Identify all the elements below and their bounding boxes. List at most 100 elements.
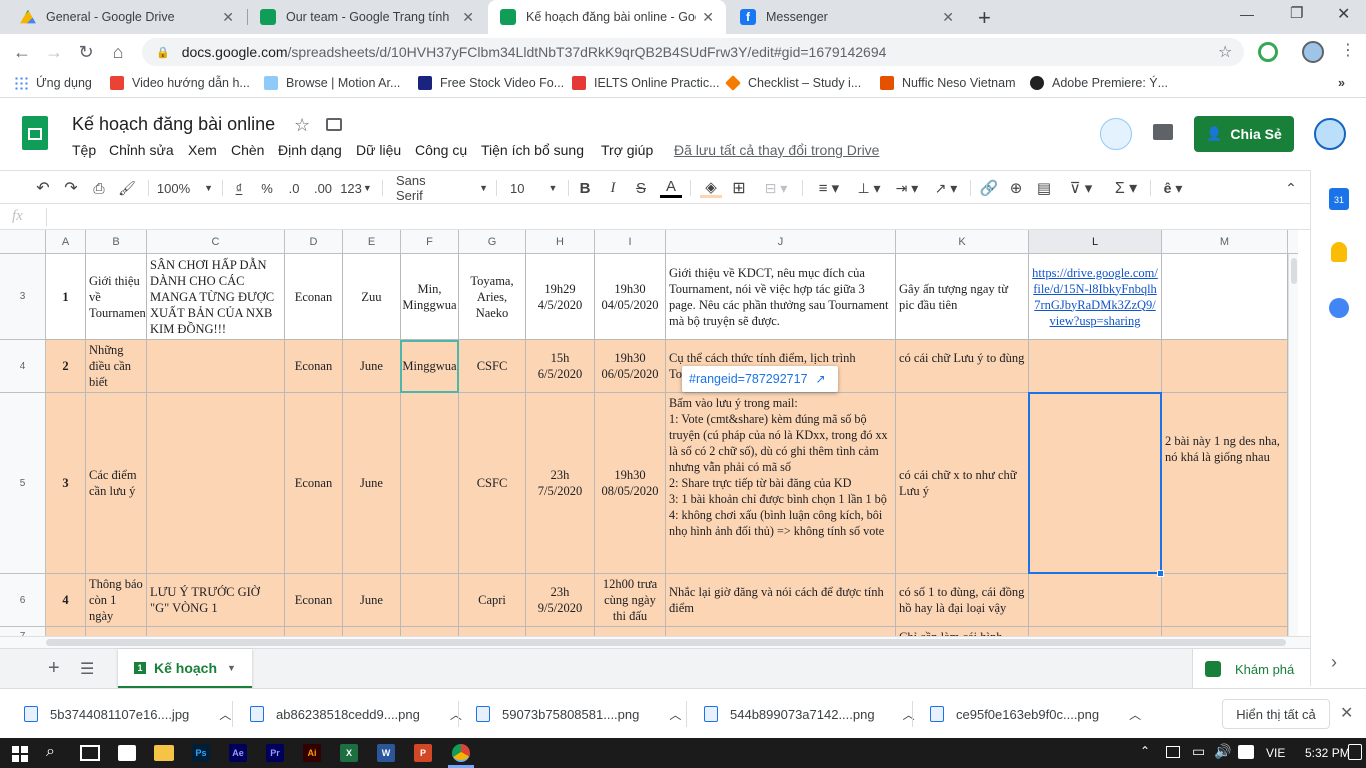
row-header[interactable]: 5 — [0, 393, 46, 574]
menu-addons[interactable]: Tiện ích bổ sung — [481, 142, 584, 158]
filter-icon[interactable]: ⊽ ▾ — [1062, 178, 1100, 198]
clock[interactable]: 5:32 PM — [1305, 746, 1350, 760]
row-header[interactable]: 4 — [0, 340, 46, 393]
menu-tools[interactable]: Công cụ — [415, 142, 467, 158]
word-icon[interactable]: W — [377, 744, 395, 762]
calendar-icon[interactable]: 31 — [1329, 188, 1349, 210]
column-header[interactable]: H — [526, 230, 595, 254]
table-cell[interactable]: Toyama, Aries, Naeko — [459, 254, 526, 340]
table-cell[interactable]: 3 — [46, 393, 86, 574]
collaborator-avatar[interactable] — [1100, 118, 1132, 150]
bold-button[interactable]: B — [576, 178, 594, 198]
download-item[interactable]: 59073b75808581....png ︿ — [476, 689, 681, 739]
home-icon[interactable]: ⌂ — [106, 40, 130, 64]
tasks-icon[interactable] — [1329, 298, 1349, 318]
bookmark-star-icon[interactable]: ☆ — [1218, 42, 1232, 62]
column-header[interactable]: M — [1162, 230, 1288, 254]
scrollbar-thumb[interactable] — [46, 639, 1286, 646]
store-icon[interactable] — [118, 745, 136, 761]
collapse-menus-icon[interactable]: ⌃ — [1280, 178, 1302, 198]
fill-handle[interactable] — [1157, 570, 1164, 577]
chevron-up-icon[interactable]: ︿ — [219, 706, 231, 723]
table-cell[interactable] — [1162, 574, 1288, 627]
browser-tab-drive[interactable]: General - Google Drive ✕ — [8, 0, 246, 34]
bookmark-item[interactable]: Video hướng dẫn h... — [110, 76, 250, 90]
table-cell[interactable]: SÂN CHƠI HẤP DẪN DÀNH CHO CÁC MANGA TỪNG… — [147, 254, 285, 340]
table-cell[interactable]: 15h 6/5/2020 — [526, 340, 595, 393]
close-icon[interactable]: ✕ — [702, 9, 714, 26]
comments-icon[interactable] — [1153, 124, 1173, 140]
table-cell[interactable] — [86, 627, 147, 636]
close-icon[interactable]: ✕ — [462, 9, 474, 26]
table-cell[interactable]: Chỉ cần làm cái hình — [896, 627, 1029, 636]
table-cell[interactable]: có cái chữ Lưu ý to đùng — [896, 340, 1029, 393]
table-cell[interactable] — [1029, 340, 1162, 393]
horizontal-align-icon[interactable]: ≡ ▾ — [812, 178, 846, 198]
table-cell[interactable] — [1029, 627, 1162, 636]
column-header[interactable]: B — [86, 230, 147, 254]
table-cell[interactable] — [1162, 627, 1288, 636]
table-cell[interactable]: Thông báo còn 1 ngày — [86, 574, 147, 627]
move-folder-icon[interactable] — [326, 118, 342, 131]
excel-icon[interactable]: X — [340, 744, 358, 762]
table-cell[interactable]: 23h 7/5/2020 — [526, 393, 595, 574]
table-cell[interactable] — [147, 393, 285, 574]
strikethrough-button[interactable]: S — [632, 178, 650, 198]
volume-icon[interactable]: 🔊 — [1214, 743, 1231, 760]
table-cell[interactable]: Econan — [285, 393, 343, 574]
explore-button[interactable]: Khám phá — [1192, 649, 1310, 689]
photoshop-icon[interactable]: Ps — [192, 744, 210, 762]
column-header[interactable]: D — [285, 230, 343, 254]
table-cell[interactable]: Nhắc lại giờ đăng và nói cách để được tí… — [666, 574, 896, 627]
text-color-button[interactable]: A — [660, 178, 682, 198]
table-cell[interactable]: Econan — [285, 254, 343, 340]
download-item[interactable]: 544b899073a7142....png ︿ — [704, 689, 915, 739]
print-icon[interactable]: ⎙ — [90, 178, 108, 198]
bookmark-item[interactable]: Checklist – Study i... — [725, 75, 861, 91]
download-item[interactable]: ce95f0e163eb9f0c....png ︿ — [930, 689, 1141, 739]
profile-avatar[interactable] — [1302, 41, 1324, 63]
table-cell[interactable] — [401, 393, 459, 574]
table-cell[interactable]: LƯU Ý TRƯỚC GIỜ "G" VÒNG 1 — [147, 574, 285, 627]
forward-icon[interactable]: → — [42, 40, 66, 64]
table-cell[interactable]: Gây ấn tượng ngay từ pic đầu tiên — [896, 254, 1029, 340]
vertical-scrollbar[interactable] — [1288, 254, 1298, 636]
table-cell[interactable]: Giới thiệu về Tournament — [86, 254, 147, 340]
font-family-select[interactable]: Sans Serif ▼ — [390, 173, 488, 203]
chevron-up-icon[interactable]: ︿ — [1129, 706, 1141, 723]
font-size-select[interactable]: 10 ▼ — [504, 178, 562, 198]
select-all-corner[interactable] — [0, 230, 46, 254]
percent-format-button[interactable]: % — [258, 178, 276, 198]
column-header[interactable]: A — [46, 230, 86, 254]
keep-icon[interactable] — [1331, 242, 1347, 262]
table-cell[interactable] — [459, 627, 526, 636]
network-icon[interactable] — [1166, 746, 1180, 758]
row-header[interactable]: 6 — [0, 574, 46, 627]
table-cell[interactable]: CSFC — [459, 393, 526, 574]
table-cell[interactable]: June — [343, 340, 401, 393]
table-cell[interactable] — [46, 627, 86, 636]
merge-cells-icon[interactable]: ⊟ ▾ — [758, 178, 794, 198]
address-bar[interactable]: 🔒 docs.google.com/spreadsheets/d/10HVH37… — [142, 38, 1244, 66]
borders-icon[interactable]: ⊞ — [730, 178, 748, 198]
after-effects-icon[interactable]: Ae — [229, 744, 247, 762]
table-cell[interactable]: 2 — [46, 340, 86, 393]
table-cell[interactable]: Những điều cần biết — [86, 340, 147, 393]
table-cell[interactable]: Zuu — [343, 254, 401, 340]
column-header[interactable]: K — [896, 230, 1029, 254]
bookmark-item[interactable]: Nuffic Neso Vietnam — [880, 76, 1015, 90]
table-cell[interactable] — [147, 627, 285, 636]
chevron-up-icon[interactable]: ︿ — [450, 706, 462, 723]
table-cell[interactable] — [1162, 254, 1288, 340]
table-cell[interactable]: có cái chữ x to như chữ Lưu ý — [896, 393, 1029, 574]
windows-start-icon[interactable] — [12, 746, 28, 762]
battery-icon[interactable]: ▭ — [1192, 743, 1205, 760]
currency-format-button[interactable]: ₫ — [230, 178, 248, 198]
back-icon[interactable]: ← — [10, 40, 34, 64]
table-cell[interactable] — [147, 340, 285, 393]
table-cell[interactable]: 19h30 04/05/2020 — [595, 254, 666, 340]
reload-icon[interactable]: ↻ — [74, 40, 98, 64]
decrease-decimal-button[interactable]: .0 — [284, 178, 304, 198]
redo-icon[interactable]: ↷ — [62, 178, 80, 198]
minimize-button[interactable]: — — [1240, 6, 1254, 22]
